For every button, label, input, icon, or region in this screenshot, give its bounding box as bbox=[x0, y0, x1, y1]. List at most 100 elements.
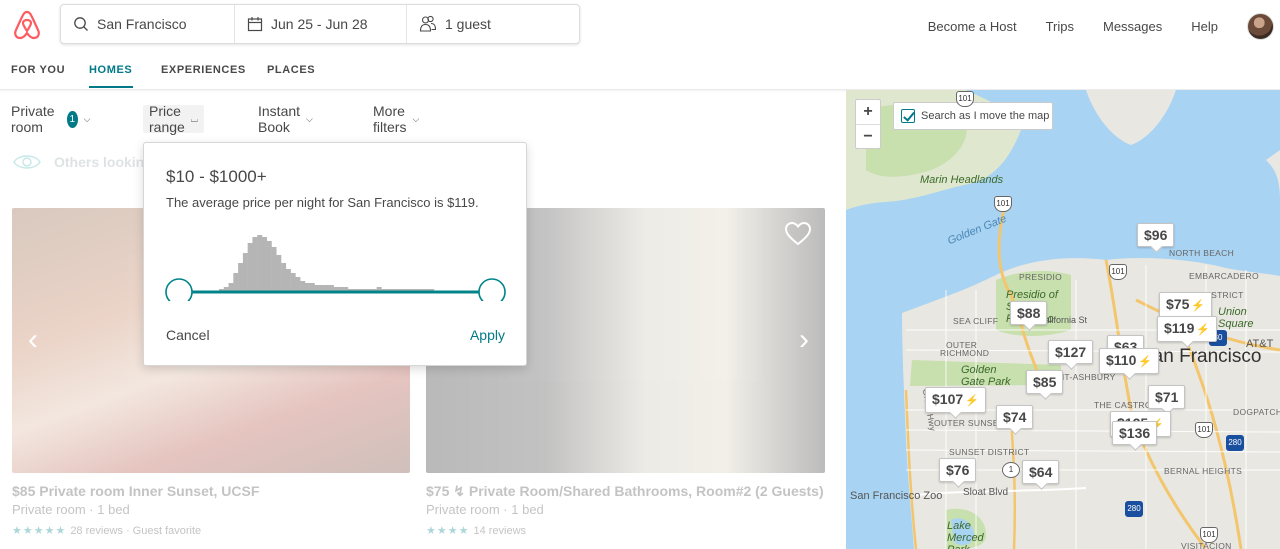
guests-field[interactable]: 1 guest bbox=[407, 5, 579, 43]
map-price-pin[interactable]: $64 bbox=[1022, 460, 1060, 484]
location-field[interactable]: San Francisco bbox=[61, 5, 235, 43]
star-rating-icon: ★★★★★ bbox=[12, 525, 67, 537]
histogram-bar bbox=[314, 285, 320, 291]
price-range-popup: $10 - $1000+ The average price per night… bbox=[143, 142, 527, 366]
guests-value: 1 guest bbox=[445, 16, 491, 32]
map-price-pin[interactable]: $88 bbox=[1010, 301, 1048, 325]
map-price-pin[interactable]: $119 ⚡ bbox=[1157, 316, 1218, 342]
histogram-bar bbox=[281, 263, 287, 291]
dates-field[interactable]: Jun 25 - Jun 28 bbox=[235, 5, 407, 43]
histogram-bar bbox=[333, 287, 339, 291]
zoom-out-button[interactable]: − bbox=[856, 125, 880, 150]
room-type-filter[interactable]: Private room 1 ⌵ bbox=[5, 103, 96, 135]
listing-price: $85 bbox=[12, 483, 36, 499]
map-price-pin[interactable]: $110 ⚡ bbox=[1099, 348, 1160, 374]
map-price-pin[interactable]: $96 bbox=[1137, 223, 1175, 247]
map-label-sf-zoo: San Francisco Zoo bbox=[850, 490, 943, 502]
map-label-richmond: RICHMOND bbox=[940, 348, 990, 358]
active-tab-indicator bbox=[89, 86, 133, 88]
location-value: San Francisco bbox=[97, 16, 187, 32]
chevron-right-icon[interactable]: › bbox=[799, 323, 809, 357]
instant-book-bolt-icon: ⚡ bbox=[1196, 324, 1211, 336]
histogram-bar bbox=[300, 281, 306, 291]
trips-link[interactable]: Trips bbox=[1046, 19, 1074, 34]
heart-icon[interactable] bbox=[785, 222, 811, 246]
search-bar: San Francisco Jun 25 - Jun 28 1 guest bbox=[60, 4, 580, 44]
map-label-marin: Marin Headlands bbox=[920, 174, 1004, 186]
highway-shield-icon: 1 bbox=[1002, 462, 1020, 478]
checkbox-checked-icon[interactable] bbox=[901, 109, 915, 123]
price-histogram bbox=[165, 235, 506, 301]
highway-shield-icon: 101 bbox=[1200, 527, 1218, 543]
help-link[interactable]: Help bbox=[1191, 19, 1218, 34]
tab-homes[interactable]: HOMES bbox=[89, 64, 132, 76]
interstate-shield-icon: 280 bbox=[1226, 435, 1244, 451]
listing-title[interactable]: $85 Private room Inner Sunset, UCSF bbox=[12, 483, 259, 499]
pin-price: $75 bbox=[1166, 296, 1190, 312]
messages-link[interactable]: Messages bbox=[1103, 19, 1162, 34]
pin-price: $127 bbox=[1055, 344, 1087, 360]
map-label-sea-cliff: SEA CLIFF bbox=[953, 316, 999, 326]
histogram-bar bbox=[247, 243, 253, 291]
pin-price: $96 bbox=[1144, 227, 1168, 243]
apply-button[interactable]: Apply bbox=[470, 327, 505, 343]
listing-subtitle: Private room · 1 bed bbox=[426, 502, 544, 517]
search-as-move-toggle[interactable]: Search as I move the map bbox=[893, 102, 1053, 130]
slider-min-handle[interactable] bbox=[165, 278, 193, 301]
pin-price: $136 bbox=[1119, 425, 1151, 441]
histogram-bar bbox=[257, 235, 263, 291]
airbnb-logo-icon[interactable] bbox=[12, 9, 42, 41]
map-price-pin[interactable]: $75 ⚡ bbox=[1159, 292, 1213, 318]
pin-price: $76 bbox=[946, 462, 970, 478]
interstate-shield-icon: 280 bbox=[1125, 501, 1143, 517]
map-panel[interactable]: + − Search as I move the map Marin Headl… bbox=[846, 90, 1280, 549]
map-label-bernal: BERNAL HEIGHTS bbox=[1164, 466, 1243, 476]
histogram-bar bbox=[242, 253, 248, 291]
instant-book-filter[interactable]: Instant Book ⌵ bbox=[252, 103, 319, 135]
histogram-bar bbox=[276, 255, 282, 291]
slider-max-handle[interactable] bbox=[478, 278, 506, 301]
listing-title[interactable]: $75 ↯ Private Room/Shared Bathrooms, Roo… bbox=[426, 483, 824, 500]
map-price-pin[interactable]: $71 bbox=[1148, 385, 1186, 409]
map-label-presidio: PRESIDIO bbox=[1019, 272, 1063, 282]
pin-price: $107 bbox=[932, 391, 964, 407]
search-as-move-label: Search as I move the map bbox=[921, 110, 1050, 122]
map-label-outer-sunset: OUTER SUNSET bbox=[934, 418, 1005, 428]
airbnb-search-page: San Francisco Jun 25 - Jun 28 1 guest Be… bbox=[0, 0, 1280, 549]
price-range-filter[interactable]: Price range ⌴ bbox=[143, 103, 204, 135]
top-header: San Francisco Jun 25 - Jun 28 1 guest Be… bbox=[0, 0, 1280, 52]
cancel-button[interactable]: Cancel bbox=[166, 327, 210, 343]
map-price-pin[interactable]: $107 ⚡ bbox=[925, 387, 986, 413]
star-rating-icon: ★★★★ bbox=[426, 525, 470, 537]
become-host-link[interactable]: Become a Host bbox=[928, 19, 1017, 34]
map-label-sloat: Sloat Blvd bbox=[963, 487, 1009, 498]
chevron-left-icon[interactable]: ‹ bbox=[28, 323, 38, 357]
average-price-note: The average price per night for San Fran… bbox=[166, 195, 479, 210]
chevron-down-icon: ⌵ bbox=[83, 113, 91, 124]
histogram-bar bbox=[285, 269, 291, 291]
listing-price: $75 bbox=[426, 483, 450, 499]
instant-book-bolt-icon: ⚡ bbox=[1138, 356, 1153, 368]
map-label-lake-merced: Lake Merced Park bbox=[947, 520, 984, 549]
map-price-pin[interactable]: $127 bbox=[1048, 340, 1094, 364]
map-label-att: AT&T bbox=[1246, 338, 1274, 350]
histogram-bar bbox=[305, 283, 310, 291]
tab-experiences[interactable]: EXPERIENCES bbox=[161, 64, 246, 76]
room-type-label: Private room bbox=[11, 103, 55, 135]
map-price-pin[interactable]: $74 bbox=[996, 405, 1034, 429]
map-price-pin[interactable]: $76 bbox=[939, 458, 977, 482]
search-icon bbox=[74, 17, 88, 31]
histogram-bar bbox=[262, 237, 267, 291]
tab-places[interactable]: PLACES bbox=[267, 64, 315, 76]
listing-reviews: ★★★★ 14 reviews bbox=[426, 524, 526, 538]
map-price-pin[interactable]: $85 bbox=[1026, 370, 1064, 394]
more-filters-filter[interactable]: More filters ⌵ bbox=[367, 103, 425, 135]
more-filters-label: More filters bbox=[373, 103, 407, 135]
map-price-pin[interactable]: $136 bbox=[1112, 421, 1158, 445]
map-label-north-beach: NORTH BEACH bbox=[1169, 248, 1235, 258]
map-label-union-square: Union Square bbox=[1218, 306, 1254, 330]
zoom-in-button[interactable]: + bbox=[856, 100, 880, 125]
histogram-bar bbox=[309, 283, 315, 291]
user-avatar[interactable] bbox=[1247, 12, 1274, 40]
tab-for-you[interactable]: FOR YOU bbox=[11, 64, 65, 76]
